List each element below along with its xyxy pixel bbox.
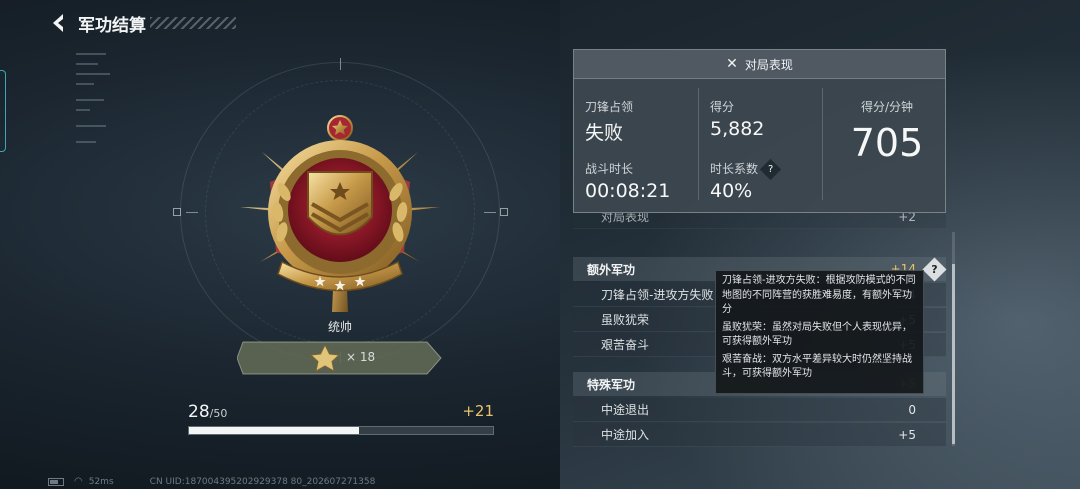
- uid-text: CN UID:187004395202929378 80_20260727135…: [149, 476, 376, 487]
- list-row: 中途退出 0: [573, 398, 946, 422]
- divider: [822, 88, 823, 200]
- tooltip-line: 刀锋占领-进攻方失败：根据攻防模式的不同地图的不同阵营的获胜难易度，有额外军功分: [722, 275, 916, 315]
- battery-icon: [48, 477, 64, 486]
- progress-bar-fill: [189, 427, 360, 434]
- ring-tick-left: [186, 212, 198, 213]
- page-title: 军功结算: [78, 15, 146, 36]
- performance-title: 对局表现: [744, 57, 793, 72]
- coef-label: 时长系数?: [710, 158, 782, 181]
- time-label: 战斗时长: [585, 162, 634, 176]
- scrollbar-thumb[interactable]: [952, 264, 955, 444]
- status-footer: ◠ 52ms CN UID:187004395202929378 80_2026…: [48, 476, 375, 487]
- help-icon[interactable]: ?: [759, 158, 782, 181]
- hud-text-lines-decoration: [76, 53, 110, 143]
- tooltip-line: 虽败犹荣：虽然对局失败但个人表现优异，可获得额外军功: [722, 321, 912, 348]
- wifi-icon: ◠: [74, 476, 83, 487]
- crossed-swords-icon: ✕: [726, 56, 738, 72]
- rank-name: 统帅: [327, 320, 352, 334]
- spm-cell: 得分/分钟 705: [832, 98, 942, 165]
- spm-label: 得分/分钟: [860, 100, 914, 114]
- coef-cell: 时长系数? 40%: [710, 158, 782, 202]
- title-stripes-decoration: [150, 17, 236, 29]
- extra-merit-tooltip: 刀锋占领-进攻方失败：根据攻防模式的不同地图的不同阵营的获胜难易度，有额外军功分…: [715, 270, 924, 394]
- tooltip-line: 艰苦奋战：双方水平差异较大时仍然坚持战斗，可获得额外军功: [722, 353, 912, 380]
- progress-gain: +21: [462, 402, 494, 420]
- divider: [698, 88, 699, 200]
- ping-text: 52ms: [88, 476, 114, 487]
- side-tab-handle[interactable]: [0, 70, 6, 152]
- back-arrow-icon[interactable]: [48, 12, 70, 34]
- ring-marker-right: [500, 208, 508, 216]
- spm-value: 705: [850, 121, 924, 165]
- performance-panel: ✕ 对局表现 刀锋占领 失败 战斗时长 00:08:21 得分 5,882 时长…: [573, 49, 946, 213]
- performance-header: ✕ 对局表现: [574, 50, 945, 79]
- ring-tick-top: [340, 58, 341, 70]
- header: 军功结算: [48, 10, 236, 36]
- rank-medal-icon: [240, 115, 440, 312]
- progress-bar: [188, 426, 494, 435]
- ring-tick-right: [484, 212, 496, 213]
- time-value: 00:08:21: [585, 180, 671, 202]
- list-scrollbar[interactable]: [952, 232, 955, 446]
- mode-label: 刀锋占领: [585, 100, 634, 114]
- score-label: 得分: [710, 100, 735, 114]
- help-icon[interactable]: ?: [922, 257, 947, 282]
- star-count-plate: [237, 341, 442, 375]
- star-count: × 18: [346, 350, 376, 364]
- time-cell: 战斗时长 00:08:21: [585, 160, 670, 202]
- score-value: 5,882: [710, 118, 765, 140]
- progress-value: 28/50: [188, 402, 228, 422]
- mode-value: 失败: [585, 122, 624, 144]
- coef-value: 40%: [710, 180, 753, 202]
- list-row: 对局表现 +2: [573, 213, 946, 229]
- score-cell: 得分 5,882: [710, 98, 764, 140]
- ring-marker-left: [173, 208, 181, 216]
- list-row: 中途加入 +5: [573, 423, 946, 447]
- mode-cell: 刀锋占领 失败: [585, 98, 633, 145]
